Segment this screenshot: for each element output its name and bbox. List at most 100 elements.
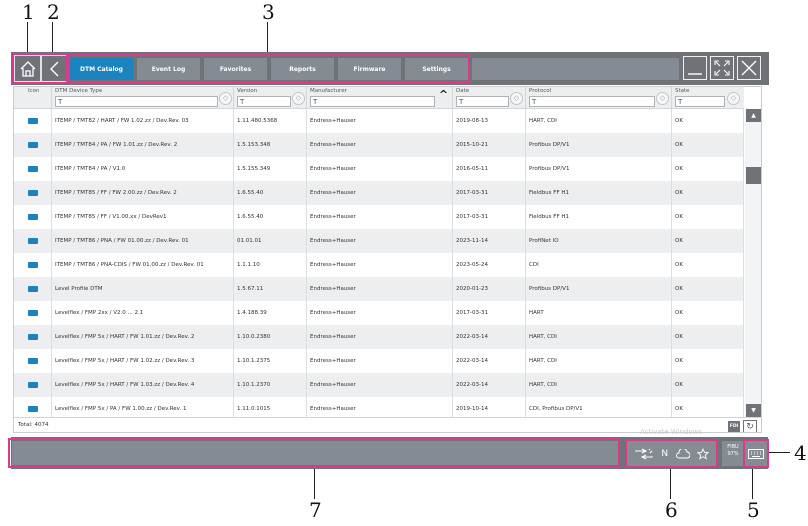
cell-device-type: Levelflex / FMP 5x / HART / FW 1.02.zz /… xyxy=(52,349,234,373)
leader-line-4 xyxy=(768,452,790,453)
column-label: Version xyxy=(237,88,258,94)
cell-protocol: HART, CDI xyxy=(526,349,672,373)
table-row[interactable]: Levelflex / FMP 5x / PA / FW 1.00.zz / D… xyxy=(14,397,744,417)
cell-version: 1.1.1.10 xyxy=(234,253,307,277)
table-body: ITEMP / TMT82 / HART / FW 1.02.zz / Dev.… xyxy=(14,109,744,417)
column-state: State T ◇ xyxy=(672,87,744,109)
dtm-icon xyxy=(28,406,38,412)
cell-protocol: Fieldbus FF H1 xyxy=(526,205,672,229)
cell-icon xyxy=(14,181,52,205)
minimize-icon xyxy=(688,73,702,75)
cell-protocol: CDI xyxy=(526,253,672,277)
table-row[interactable]: ITEMP / TMT84 / PA / FW 1.01.zz / Dev.Re… xyxy=(14,133,744,157)
leader-line-5 xyxy=(752,466,753,499)
sort-icon[interactable]: ◇ xyxy=(292,92,305,105)
leader-line-3 xyxy=(267,22,268,53)
vertical-scrollbar[interactable]: ▲ ▼ xyxy=(745,109,761,417)
cell-version: 1.6.55.40 xyxy=(234,205,307,229)
minimize-button[interactable] xyxy=(683,56,707,80)
cell-state: OK xyxy=(672,253,744,277)
column-label: State xyxy=(675,88,690,94)
cell-version: 1.5.67.11 xyxy=(234,277,307,301)
callout-3: 3 xyxy=(262,0,275,24)
callout-6: 6 xyxy=(665,498,678,522)
fullscreen-button[interactable] xyxy=(710,56,734,80)
table-row[interactable]: Levelflex / FMP 5x / HART / FW 1.02.zz /… xyxy=(14,349,744,373)
cell-device-type: ITEMP / TMT86 / PNA / FW 01.00.zz / Dev.… xyxy=(52,229,234,253)
cell-state: OK xyxy=(672,205,744,229)
cell-icon xyxy=(14,325,52,349)
cell-device-type: ITEMP / TMT85 / FF / FW 2.00.zz / Dev.Re… xyxy=(52,181,234,205)
cell-icon xyxy=(14,109,52,133)
table-row[interactable]: ITEMP / TMT86 / PNA-CDIS / FW 01.00.zz /… xyxy=(14,253,744,277)
close-icon xyxy=(741,60,757,76)
home-back-highlight xyxy=(12,53,68,84)
sort-icon[interactable]: ◇ xyxy=(219,92,232,105)
protocol-filter[interactable]: T xyxy=(529,96,655,107)
state-filter[interactable]: T xyxy=(675,96,725,107)
scroll-up-button[interactable]: ▲ xyxy=(746,109,761,122)
table-row[interactable]: ITEMP / TMT84 / PA / V1.0 1.5.155.349 Endr… xyxy=(14,157,744,181)
figure-root: 1 2 3 4 5 6 7 DTM Catalog Event Log Favo… xyxy=(0,0,808,526)
scroll-down-button[interactable]: ▼ xyxy=(746,404,761,417)
dtm-icon xyxy=(28,118,38,124)
keyboard-highlight xyxy=(743,439,769,468)
dtm-icon xyxy=(28,310,38,316)
dtm-catalog-table: Icon DTM Device Type T ◇ Version T ◇ Man… xyxy=(13,86,762,433)
filter-icon: T xyxy=(532,98,537,106)
cell-protocol: HART, CDI xyxy=(526,109,672,133)
sort-ascending-icon[interactable]: ^ xyxy=(437,89,450,102)
battery-percent: 97% xyxy=(727,451,739,457)
cell-date: 2020-01-23 xyxy=(453,277,526,301)
column-manufacturer: Manufacturer T ^ xyxy=(307,87,453,109)
column-label: DTM Device Type xyxy=(55,88,103,94)
table-row[interactable]: Levelflex / FMP 2xx / V2.0 ... 2.1 1.4.18… xyxy=(14,301,744,325)
cell-date: 2016-05-11 xyxy=(453,157,526,181)
fdi-button[interactable]: FDI xyxy=(728,421,740,432)
filter-icon: T xyxy=(459,98,464,106)
sort-icon[interactable]: ◇ xyxy=(510,92,523,105)
cell-device-type: Levelflex / FMP 2xx / V2.0 ... 2.1 xyxy=(52,301,234,325)
dtm-icon xyxy=(28,262,38,268)
date-filter[interactable]: T xyxy=(456,96,509,107)
cell-state: OK xyxy=(672,109,744,133)
column-label: Icon xyxy=(28,88,40,94)
cell-manufacturer: Endress+Hauser xyxy=(307,397,453,417)
cell-date: 2019-10-14 xyxy=(453,397,526,417)
cell-manufacturer: Endress+Hauser xyxy=(307,205,453,229)
column-label: Manufacturer xyxy=(310,88,347,94)
version-filter[interactable]: T xyxy=(237,96,291,107)
refresh-icon[interactable]: ↻ xyxy=(743,420,757,432)
cell-date: 2022-03-14 xyxy=(453,349,526,373)
dtm-icon xyxy=(28,190,38,196)
cell-manufacturer: Endress+Hauser xyxy=(307,325,453,349)
table-row[interactable]: Levelflex / FMP 5x / HART / FW 1.01.zz /… xyxy=(14,325,744,349)
scroll-thumb[interactable] xyxy=(746,167,761,184)
cell-manufacturer: Endress+Hauser xyxy=(307,253,453,277)
table-row[interactable]: ITEMP / TMT85 / FF / FW 2.00.zz / Dev.Re… xyxy=(14,181,744,205)
device-type-filter[interactable]: T xyxy=(55,96,218,107)
close-button[interactable] xyxy=(737,56,761,80)
cell-icon xyxy=(14,157,52,181)
table-row[interactable]: ITEMP / TMT85 / FF / V1.00.xx / DevRev1 1… xyxy=(14,205,744,229)
column-protocol: Protocol T ◇ xyxy=(526,87,672,109)
battery-indicator: FIBU 97% xyxy=(722,441,744,466)
table-row[interactable]: ITEMP / TMT82 / HART / FW 1.02.zz / Dev.… xyxy=(14,109,744,133)
cell-version: 1.10.1.2375 xyxy=(234,349,307,373)
cell-icon xyxy=(14,253,52,277)
cell-protocol: Profibus DP/V1 xyxy=(526,133,672,157)
cell-state: OK xyxy=(672,157,744,181)
manufacturer-filter[interactable]: T xyxy=(310,96,435,107)
cell-device-type: ITEMP / TMT84 / PA / FW 1.01.zz / Dev.Re… xyxy=(52,133,234,157)
cell-state: OK xyxy=(672,325,744,349)
dtm-icon xyxy=(28,358,38,364)
sort-icon[interactable]: ◇ xyxy=(656,92,669,105)
tab-bar-spacer xyxy=(472,58,679,80)
table-row[interactable]: Levelflex / FMP 5x / HART / FW 1.03.zz /… xyxy=(14,373,744,397)
tabs-highlight xyxy=(68,54,470,84)
cell-device-type: ITEMP / TMT84 / PA / V1.0 xyxy=(52,157,234,181)
cell-manufacturer: Endress+Hauser xyxy=(307,301,453,325)
table-row[interactable]: Level Profile DTM 1.5.67.11 Endress+Hauser… xyxy=(14,277,744,301)
sort-icon[interactable]: ◇ xyxy=(727,92,740,105)
table-row[interactable]: ITEMP / TMT86 / PNA / FW 01.00.zz / Dev.… xyxy=(14,229,744,253)
